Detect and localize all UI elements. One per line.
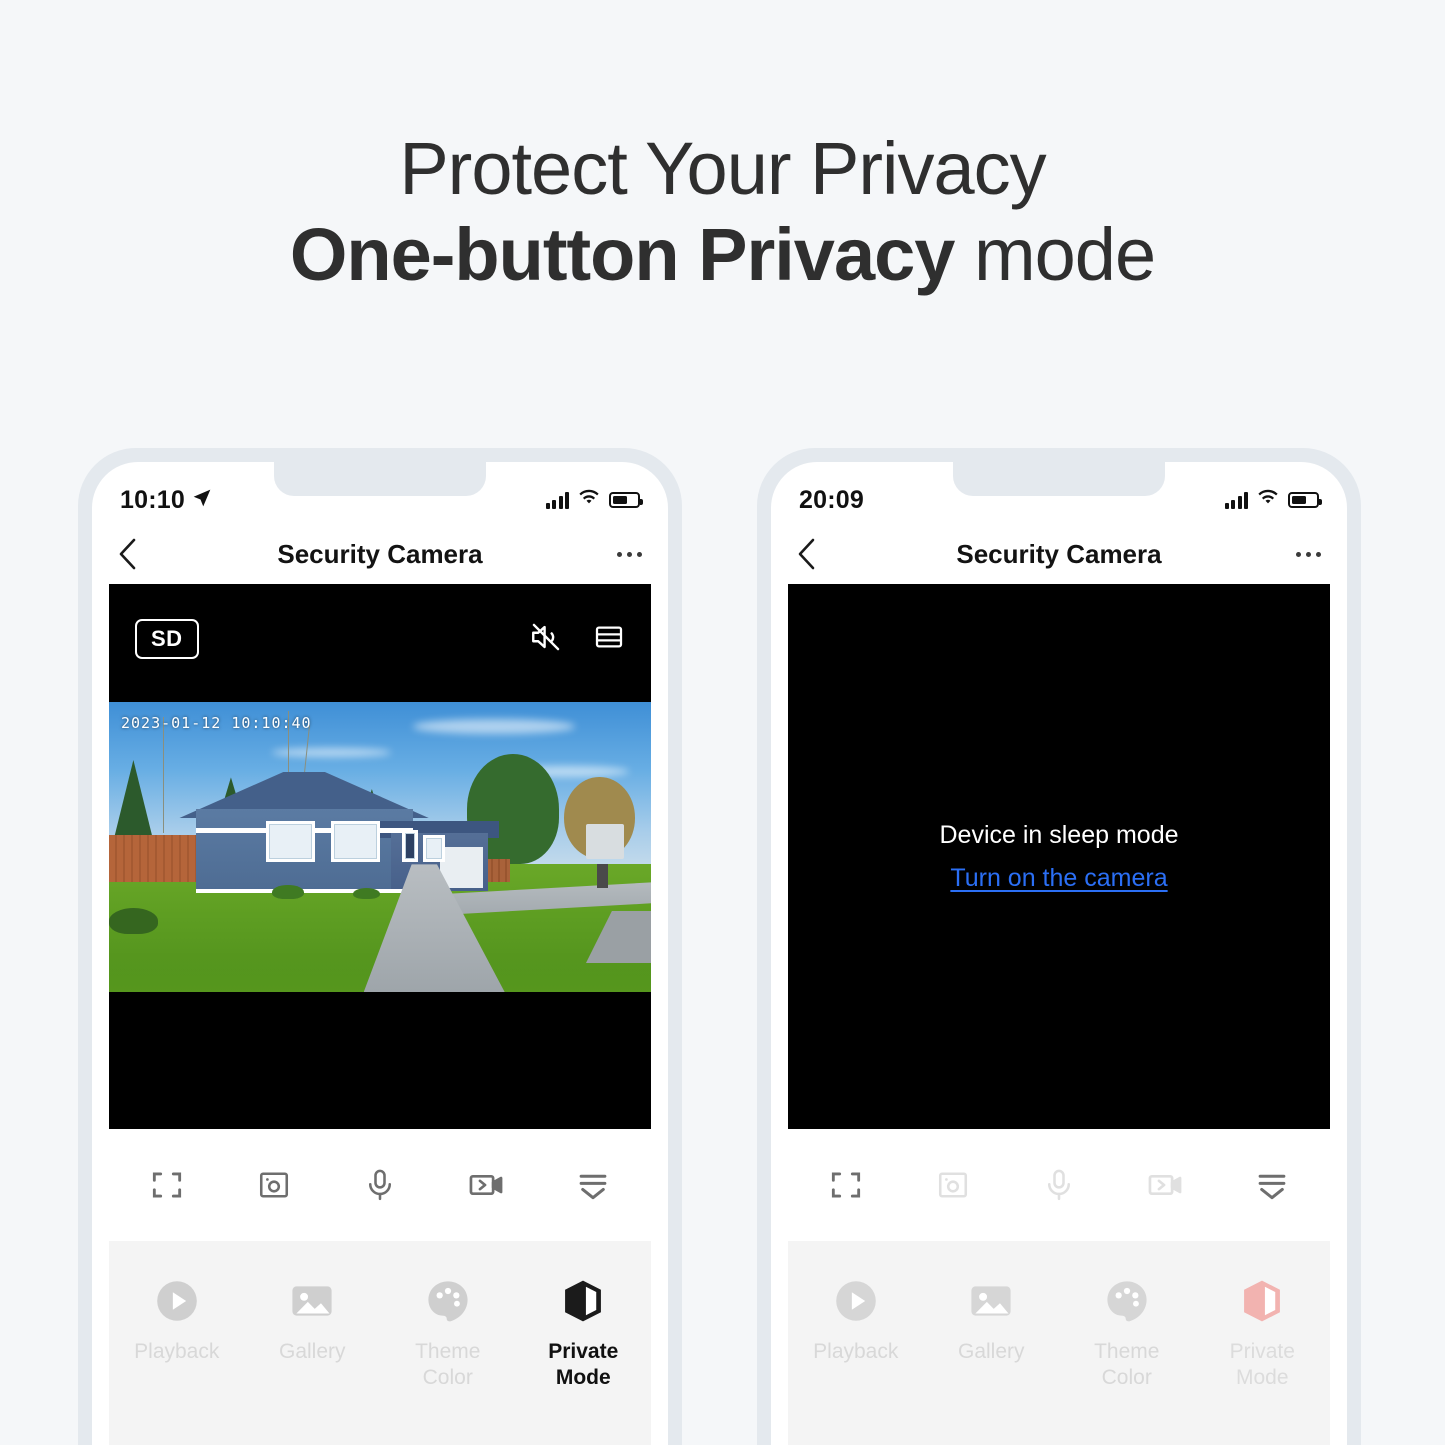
status-bar-left: 20:09 [799, 486, 864, 515]
video-overlay-top: SD [109, 584, 651, 694]
video-player-live[interactable]: SD 2023-01-12 10:10:40 [109, 584, 651, 1129]
status-time: 20:09 [799, 485, 864, 514]
more-options-button[interactable] [617, 551, 642, 557]
feature-theme-color[interactable]: Theme Color [1072, 1275, 1182, 1390]
feature-theme-color[interactable]: Theme Color [393, 1275, 503, 1390]
image-icon [287, 1275, 337, 1327]
headline-emphasis: One-button Privacy [289, 213, 956, 296]
battery-icon [1288, 492, 1322, 508]
microphone-button[interactable] [345, 1150, 415, 1220]
phone-mockup-sleep: 20:09 Security Camera Device in sleep mo… [757, 448, 1361, 1445]
feature-label: Gallery [957, 1340, 1025, 1363]
headline-line-2: One-button Privacy mode [0, 206, 1445, 304]
camera-feed-image: 2023-01-12 10:10:40 [109, 702, 651, 992]
page-title: Security Camera [956, 538, 1162, 569]
speaker-muted-icon[interactable] [529, 620, 563, 659]
back-button[interactable] [797, 538, 837, 570]
camera-scene [109, 702, 651, 992]
control-bar [771, 1129, 1347, 1241]
status-bar-right [545, 489, 643, 511]
phone-notch [953, 462, 1165, 496]
feature-label: Theme Color [415, 1340, 481, 1389]
headline: Protect Your Privacy One-button Privacy … [0, 132, 1445, 304]
feature-panel: Playback Gallery Theme Color Private Mod… [788, 1241, 1330, 1431]
play-circle-icon [831, 1275, 881, 1327]
turn-on-camera-link[interactable]: Turn on the camera [950, 864, 1167, 893]
feature-label: Gallery [278, 1340, 346, 1363]
wifi-icon [1257, 489, 1279, 511]
ellipsis-icon [617, 551, 622, 557]
feature-gallery[interactable]: Gallery [936, 1275, 1046, 1365]
expand-more-button[interactable] [558, 1150, 628, 1220]
garage-door [439, 847, 483, 888]
house-window [266, 820, 315, 862]
sleep-mode-overlay: Device in sleep mode Turn on the camera [788, 584, 1330, 1129]
battery-icon [609, 492, 643, 508]
feature-label: Playback [134, 1340, 220, 1363]
feature-panel-tail [788, 1431, 1330, 1445]
house-window [423, 835, 446, 862]
cellular-signal-icon [545, 491, 569, 509]
ellipsis-icon [1296, 551, 1301, 557]
more-options-button[interactable] [1296, 551, 1321, 557]
screenshot-button[interactable] [239, 1150, 309, 1220]
microphone-button [1024, 1150, 1094, 1220]
phone-mockup-live: 10:10 Security Camera SD 2023-01-12 10:1… [78, 448, 682, 1445]
phone-notch [274, 462, 486, 496]
palette-icon [423, 1275, 473, 1327]
feature-private-mode[interactable]: Private Mode [1207, 1275, 1317, 1390]
cellular-signal-icon [1224, 491, 1248, 509]
chevron-left-icon [798, 538, 815, 570]
feature-label: Playback [813, 1340, 899, 1363]
fullscreen-button[interactable] [811, 1150, 881, 1220]
headline-tail: mode [954, 213, 1156, 296]
privacy-shield-icon [558, 1275, 608, 1327]
phone-screen-live: 10:10 Security Camera SD 2023-01-12 10:1… [92, 462, 668, 1445]
image-icon [966, 1275, 1016, 1327]
mailbox [596, 864, 608, 888]
status-bar-right [1224, 489, 1322, 511]
palette-icon [1102, 1275, 1152, 1327]
back-button[interactable] [118, 538, 158, 570]
screenshot-button [918, 1150, 988, 1220]
sleep-message: Device in sleep mode [939, 820, 1179, 849]
nav-bar: Security Camera [771, 524, 1347, 584]
record-button [1130, 1150, 1200, 1220]
status-time: 10:10 [120, 485, 185, 514]
video-player-sleep: Device in sleep mode Turn on the camera [788, 584, 1330, 1129]
promo-stage: Protect Your Privacy One-button Privacy … [0, 0, 1445, 1445]
feature-playback[interactable]: Playback [122, 1275, 232, 1365]
split-view-icon[interactable] [593, 621, 625, 658]
expand-more-button[interactable] [1237, 1150, 1307, 1220]
headline-line-1: Protect Your Privacy [399, 127, 1046, 210]
feature-label: Private Mode [548, 1340, 619, 1389]
feature-panel: Playback Gallery Theme Color Private Mod… [109, 1241, 651, 1431]
fullscreen-button[interactable] [132, 1150, 202, 1220]
feature-playback[interactable]: Playback [801, 1275, 911, 1365]
control-bar [92, 1129, 668, 1241]
wifi-icon [578, 489, 600, 511]
house-door [401, 829, 418, 862]
video-timestamp: 2023-01-12 10:10:40 [121, 714, 312, 732]
house-window [331, 820, 380, 862]
quality-badge[interactable]: SD [135, 619, 199, 659]
status-bar-left: 10:10 [120, 486, 212, 515]
phone-screen-sleep: 20:09 Security Camera Device in sleep mo… [771, 462, 1347, 1445]
record-button[interactable] [451, 1150, 521, 1220]
privacy-shield-icon [1237, 1275, 1287, 1327]
chevron-left-icon [119, 538, 136, 570]
feature-gallery[interactable]: Gallery [257, 1275, 367, 1365]
feature-panel-tail [109, 1431, 651, 1445]
feature-label: Theme Color [1094, 1340, 1160, 1389]
location-arrow-icon [192, 488, 212, 513]
play-circle-icon [152, 1275, 202, 1327]
page-title: Security Camera [277, 538, 483, 569]
feature-private-mode[interactable]: Private Mode [528, 1275, 638, 1390]
video-overlay-actions [529, 620, 625, 659]
feature-label: Private Mode [1229, 1340, 1295, 1389]
nav-bar: Security Camera [92, 524, 668, 584]
